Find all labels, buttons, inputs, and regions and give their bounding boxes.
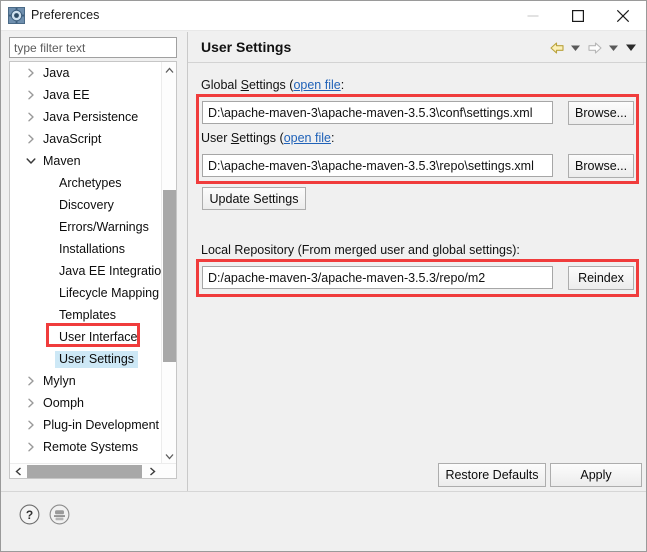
sidebar-item-label: Java EE [43,88,90,102]
sidebar-item-maven[interactable]: Maven [10,150,162,172]
preferences-dialog: Preferences JavaJava EEJava PersistenceJ… [0,0,647,552]
filter-field-wrapper [9,37,177,58]
sidebar-item-label: Plug-in Development [43,418,160,432]
forward-history-chevron-down-icon[interactable] [606,38,621,57]
sidebar-item-java-ee[interactable]: Java EE [10,84,162,106]
local-repository-input[interactable] [202,266,553,289]
back-history-chevron-down-icon[interactable] [568,38,583,57]
sidebar-item-javascript[interactable]: JavaScript [10,128,162,150]
scroll-down-icon[interactable] [162,448,176,464]
scroll-left-icon[interactable] [10,464,26,478]
sidebar-item-remote-systems[interactable]: Remote Systems [10,436,162,458]
sidebar-item-label: JavaScript [43,132,102,146]
scrollbar-thumb-horizontal[interactable] [27,465,142,478]
global-settings-browse-button[interactable]: Browse... [568,101,634,125]
sidebar-item-label: Archetypes [59,176,122,190]
scrollbar-thumb-vertical[interactable] [163,190,176,362]
sidebar-item-errors-warnings[interactable]: Errors/Warnings [10,216,162,238]
chevron-right-icon[interactable] [24,84,38,106]
filter-input[interactable] [9,37,177,58]
close-button[interactable] [600,1,645,30]
tree-item-list: Java Java EE Java Persistence JavaScript Mav… [10,62,168,478]
sidebar-item-templates[interactable]: Templates [10,304,162,326]
view-menu-chevron-down-icon[interactable] [623,38,638,57]
tree-vertical-scrollbar[interactable] [161,62,176,464]
sidebar-item-label: Mylyn [43,374,76,388]
global-settings-open-file-link[interactable]: open file [293,78,340,92]
settings-panel: User Settings Global Settings (open file… [187,32,646,491]
chevron-down-icon[interactable] [24,150,38,172]
export-circle-icon[interactable] [49,504,70,525]
sidebar-item-user-settings[interactable]: User Settings [10,348,162,370]
sidebar-item-label: Lifecycle Mapping [59,286,160,300]
chevron-right-icon[interactable] [24,414,38,436]
sidebar-item-oomph[interactable]: Oomph [10,392,162,414]
preferences-gear-icon [8,7,25,24]
minimize-button[interactable] [510,1,555,30]
sidebar-item-label: Templates [59,308,116,322]
sidebar-item-label: Discovery [59,198,114,212]
maximize-button[interactable] [555,1,600,30]
sidebar-item-label: Maven [43,154,81,168]
svg-text:?: ? [26,508,33,522]
sidebar-item-mylyn[interactable]: Mylyn [10,370,162,392]
sidebar-item-label: Errors/Warnings [59,220,149,234]
global-settings-label: Global Settings (open file: [201,78,345,92]
preferences-tree[interactable]: Java Java EE Java Persistence JavaScript Mav… [9,61,177,479]
title-bar: Preferences [1,1,646,31]
sidebar-item-discovery[interactable]: Discovery [10,194,162,216]
sidebar-item-label: User Settings [55,350,139,368]
dialog-footer: ? OK Cancel [1,492,646,551]
panel-nav-toolbar [547,38,638,57]
sidebar-item-label: Java [43,66,70,80]
sidebar-item-java-persistence[interactable]: Java Persistence [10,106,162,128]
chevron-right-icon[interactable] [24,370,38,392]
panel-header: User Settings [188,32,646,63]
user-settings-open-file-link[interactable]: open file [284,131,331,145]
local-repository-label: Local Repository (From merged user and g… [201,243,520,257]
chevron-right-icon[interactable] [24,392,38,414]
page-title: User Settings [201,39,292,55]
global-settings-input[interactable] [202,101,553,124]
sidebar-item-archetypes[interactable]: Archetypes [10,172,162,194]
forward-arrow-icon [585,38,604,57]
window-title: Preferences [31,8,100,22]
sidebar-item-java-ee-integration[interactable]: Java EE Integration [10,260,168,282]
sidebar-item-label: User Interface [59,330,138,344]
scroll-right-icon[interactable] [144,464,160,478]
update-settings-button[interactable]: Update Settings [202,187,306,210]
sidebar-item-label: Java EE Integration [59,264,169,278]
sidebar-item-user-interface[interactable]: User Interface [10,326,162,348]
chevron-right-icon[interactable] [24,106,38,128]
sidebar-item-lifecycle-mapping[interactable]: Lifecycle Mapping [10,282,162,304]
chevron-right-icon[interactable] [24,436,38,458]
reindex-button[interactable]: Reindex [568,266,634,290]
user-settings-label: User Settings (open file: [201,131,335,145]
sidebar-item-label: Java Persistence [43,110,139,124]
sidebar-item-java[interactable]: Java [10,62,162,84]
help-circle-icon[interactable]: ? [19,504,40,525]
user-settings-browse-button[interactable]: Browse... [568,154,634,178]
back-arrow-icon[interactable] [547,38,566,57]
sidebar-item-label: Oomph [43,396,84,410]
sidebar-item-installations[interactable]: Installations [10,238,162,260]
sidebar-item-plug-in-development[interactable]: Plug-in Development [10,414,162,436]
apply-button[interactable]: Apply [550,463,642,487]
tree-horizontal-scrollbar[interactable] [10,463,176,478]
chevron-right-icon[interactable] [24,62,38,84]
user-settings-input[interactable] [202,154,553,177]
sidebar-item-label: Installations [59,242,126,256]
scroll-up-icon[interactable] [162,62,176,78]
chevron-right-icon[interactable] [24,128,38,150]
restore-defaults-button[interactable]: Restore Defaults [438,463,546,487]
sidebar-item-label: Remote Systems [43,440,139,454]
